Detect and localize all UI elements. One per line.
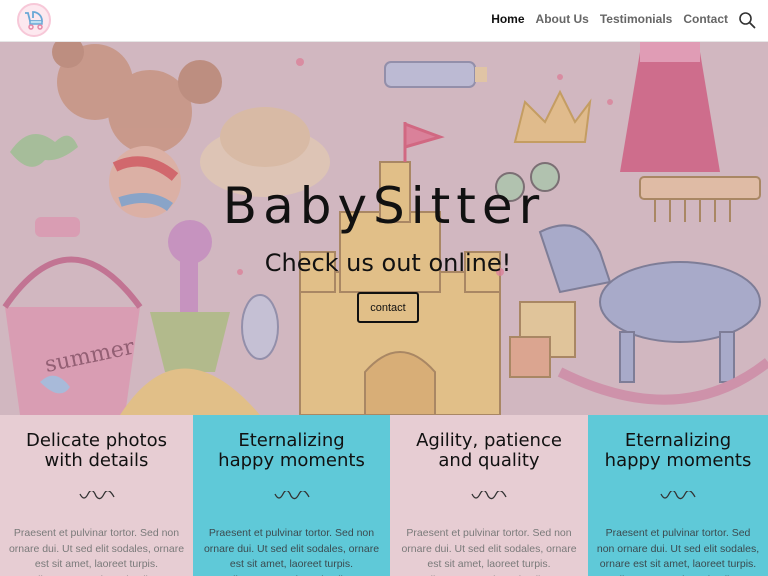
hero-title: BabySitter (222, 177, 546, 235)
feature-card: Agility, patience and quality Praesent et… (390, 415, 588, 576)
squiggle-divider-icon (660, 491, 696, 500)
hero-section: summer BabySitter Check us out online! c… (0, 42, 768, 415)
feature-card: Delicate photos with details Praesent et … (0, 415, 193, 576)
baby-stroller-icon[interactable] (17, 3, 51, 37)
main-nav: Home About Us Testimonials Contact (491, 12, 728, 26)
site-header: Home About Us Testimonials Contact (0, 0, 768, 42)
feature-card: Eternalizing happy moments Praesent et pu… (193, 415, 390, 576)
nav-home[interactable]: Home (491, 12, 524, 26)
squiggle-divider-icon (273, 491, 310, 500)
feature-card: Eternalizing happy moments Praesent et pu… (588, 415, 768, 576)
features-row: Delicate photos with details Praesent et … (0, 415, 768, 576)
squiggle-divider-icon (471, 491, 507, 500)
feature-title: Delicate photos with details (25, 430, 167, 471)
nav-about-us[interactable]: About Us (536, 12, 589, 26)
feature-title: Agility, patience and quality (416, 430, 562, 471)
hero-subtitle: Check us out online! (264, 249, 512, 277)
feature-text: Praesent et pulvinar tortor. Sed non orn… (596, 527, 760, 576)
squiggle-divider-icon (78, 491, 115, 500)
feature-text: Praesent et pulvinar tortor. Sed non orn… (203, 527, 380, 576)
nav-contact[interactable]: Contact (683, 12, 728, 26)
feature-title: Eternalizing happy moments (604, 430, 752, 471)
nav-testimonials[interactable]: Testimonials (600, 12, 672, 26)
contact-button[interactable]: contact (357, 292, 419, 323)
feature-title: Eternalizing happy moments (218, 430, 365, 471)
feature-text: Praesent et pulvinar tortor. Sed non orn… (8, 527, 185, 576)
search-icon[interactable] (738, 11, 756, 29)
feature-text: Praesent et pulvinar tortor. Sed non orn… (401, 527, 577, 576)
